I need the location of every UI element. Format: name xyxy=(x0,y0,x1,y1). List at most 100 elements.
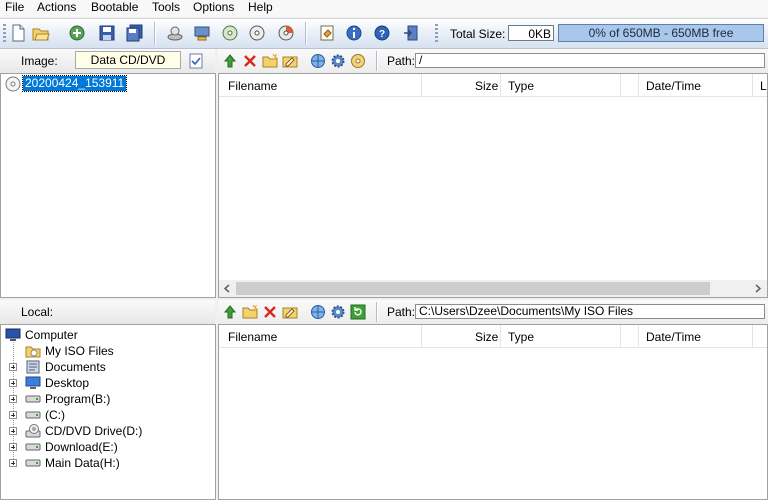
help-icon[interactable]: ? xyxy=(373,24,391,42)
local-header: Local: xyxy=(0,300,215,325)
boot-info-icon[interactable] xyxy=(350,53,366,69)
main-toolbar: ? Total Size: 0KB 0% of 650MB - 650MB fr… xyxy=(0,18,768,55)
new-folder-icon[interactable] xyxy=(262,53,278,69)
column-separator[interactable] xyxy=(620,74,621,96)
capacity-bar: 0% of 650MB - 650MB free xyxy=(558,24,764,42)
column-separator[interactable] xyxy=(620,325,621,347)
column-separator[interactable] xyxy=(500,74,501,96)
toolbar-separator xyxy=(305,22,307,45)
refresh-icon[interactable] xyxy=(350,304,366,320)
delete-icon[interactable] xyxy=(242,53,258,69)
col-datetime[interactable]: Date/Time xyxy=(646,330,701,344)
scrollbar-thumb[interactable] xyxy=(236,282,710,295)
col-size[interactable]: Size xyxy=(475,79,498,93)
image-properties-icon[interactable] xyxy=(188,53,204,69)
column-separator[interactable] xyxy=(421,325,422,347)
tree-item-cd-dvd-drive[interactable]: CD/DVD Drive(D:) xyxy=(1,423,201,439)
up-folder-icon[interactable] xyxy=(222,304,238,320)
settings-gear-icon[interactable] xyxy=(330,304,346,320)
disc-icon xyxy=(5,76,21,92)
expand-icon[interactable] xyxy=(9,427,17,435)
extract-icon[interactable] xyxy=(68,24,86,42)
toolbar-grip[interactable] xyxy=(435,24,438,43)
refresh-globe-icon[interactable] xyxy=(310,304,326,320)
properties-icon[interactable] xyxy=(318,24,336,42)
tree-item-main-data-h[interactable]: Main Data(H:) xyxy=(1,455,201,471)
open-icon[interactable] xyxy=(32,24,50,42)
compress-icon[interactable] xyxy=(221,24,239,42)
menu-help[interactable]: Help xyxy=(248,0,273,15)
settings-gear-icon[interactable] xyxy=(330,53,346,69)
column-separator[interactable] xyxy=(500,325,501,347)
up-folder-icon[interactable] xyxy=(222,53,238,69)
save-as-icon[interactable] xyxy=(126,24,144,42)
documents-icon xyxy=(26,360,40,374)
expand-icon[interactable] xyxy=(9,443,17,451)
local-subtoolbar: Path: C:\Users\Dzee\Documents\My ISO Fil… xyxy=(218,300,768,325)
save-icon[interactable] xyxy=(98,24,116,42)
menu-tools[interactable]: Tools xyxy=(152,0,180,15)
image-path-label: Path: xyxy=(387,54,416,68)
tree-item-c-drive[interactable]: (C:) xyxy=(1,407,201,423)
scroll-left-icon[interactable] xyxy=(223,284,231,293)
local-path-input[interactable]: C:\Users\Dzee\Documents\My ISO Files xyxy=(415,304,765,319)
rename-icon[interactable] xyxy=(282,304,298,320)
expand-icon[interactable] xyxy=(9,459,17,467)
burn-icon[interactable] xyxy=(248,24,266,42)
horizontal-scrollbar[interactable] xyxy=(219,280,767,297)
tree-item-download-e[interactable]: Download(E:) xyxy=(1,439,201,455)
virtual-drive-icon[interactable] xyxy=(277,24,295,42)
menu-file[interactable]: File xyxy=(5,0,24,15)
refresh-globe-icon[interactable] xyxy=(310,53,326,69)
tree-label: Main Data(H:) xyxy=(45,456,120,470)
menu-options[interactable]: Options xyxy=(193,0,234,15)
subtoolbar-separator xyxy=(376,51,378,71)
toolbar-separator xyxy=(154,22,156,45)
col-size[interactable]: Size xyxy=(475,330,498,344)
tree-item-program-b[interactable]: Program(B:) xyxy=(1,391,201,407)
menu-bootable[interactable]: Bootable xyxy=(91,0,138,15)
rename-icon[interactable] xyxy=(282,53,298,69)
scroll-right-icon[interactable] xyxy=(754,284,762,293)
image-header: Image: Data CD/DVD xyxy=(0,49,215,74)
mount-icon[interactable] xyxy=(193,24,211,42)
toolbar-grip[interactable] xyxy=(3,24,6,43)
column-separator[interactable] xyxy=(421,74,422,96)
local-file-list: Filename Size Type Date/Time xyxy=(218,324,768,500)
tree-label: My ISO Files xyxy=(45,344,114,358)
menu-bar: File Actions Bootable Tools Options Help xyxy=(0,0,768,17)
tree-label: Computer xyxy=(25,328,78,342)
expand-icon[interactable] xyxy=(9,411,17,419)
column-separator[interactable] xyxy=(752,325,753,347)
col-type[interactable]: Type xyxy=(508,330,534,344)
expand-icon[interactable] xyxy=(9,379,17,387)
column-separator[interactable] xyxy=(638,74,639,96)
new-folder-icon[interactable] xyxy=(242,304,258,320)
exit-icon[interactable] xyxy=(402,24,420,42)
tree-item-desktop[interactable]: Desktop xyxy=(1,375,201,391)
tree-item-documents[interactable]: Documents xyxy=(1,359,201,375)
tree-item-my-iso-files[interactable]: My ISO Files xyxy=(1,343,201,359)
col-l[interactable]: L xyxy=(760,79,767,93)
column-separator[interactable] xyxy=(752,74,753,96)
col-filename[interactable]: Filename xyxy=(228,79,277,93)
info-icon[interactable] xyxy=(345,24,363,42)
tree-label: Download(E:) xyxy=(45,440,118,454)
delete-icon[interactable] xyxy=(262,304,278,320)
col-filename[interactable]: Filename xyxy=(228,330,277,344)
column-separator[interactable] xyxy=(638,325,639,347)
drive-icon xyxy=(25,411,41,419)
image-path-input[interactable]: / xyxy=(415,53,765,68)
image-column-header: Filename Size Type Date/Time L xyxy=(219,74,767,97)
menu-actions[interactable]: Actions xyxy=(37,0,76,15)
col-datetime[interactable]: Date/Time xyxy=(646,79,701,93)
expand-icon[interactable] xyxy=(9,395,17,403)
new-icon[interactable] xyxy=(9,24,27,42)
add-files-icon[interactable] xyxy=(166,24,184,42)
image-type-selector[interactable]: Data CD/DVD xyxy=(75,51,181,69)
image-root-node[interactable]: 20200424_153911 xyxy=(21,75,128,92)
expand-icon[interactable] xyxy=(9,363,17,371)
tree-item-computer[interactable]: Computer xyxy=(1,327,201,343)
col-type[interactable]: Type xyxy=(508,79,534,93)
image-tree-pane: 20200424_153911 xyxy=(0,73,216,298)
